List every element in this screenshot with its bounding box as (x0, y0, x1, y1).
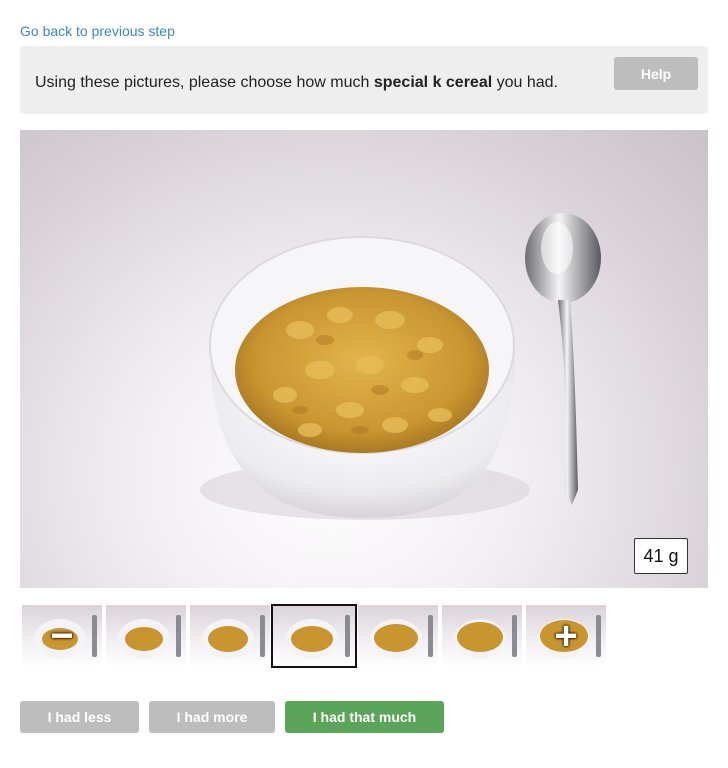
thumbnail-bowl-image (370, 615, 433, 659)
thumbnail-bowl-image (286, 615, 350, 659)
food-name: special k cereal (373, 74, 493, 91)
had-more-button[interactable]: I had more (149, 701, 275, 733)
minus-icon: − (50, 613, 74, 658)
thumbnail-bowl-image (118, 615, 181, 659)
had-less-button[interactable]: I had less (20, 701, 139, 733)
go-back-link[interactable]: Go back to previous step (20, 23, 175, 39)
plus-icon: + (554, 613, 578, 658)
thumbnail-portion-1[interactable] (106, 605, 186, 667)
cereal-bowl-image (200, 213, 601, 520)
thumbnail-portion-5[interactable] (442, 605, 522, 667)
portion-weight-label: 41 g (634, 538, 688, 574)
prompt-text-after: you had. (492, 74, 558, 91)
thumbnail-decrease[interactable]: − (22, 605, 102, 667)
prompt-panel: Using these pictures, please choose how … (20, 46, 708, 114)
thumbnail-portion-3-selected[interactable] (271, 604, 357, 668)
prompt-text-before: Using these pictures, please choose how … (35, 74, 374, 91)
portion-photo: 41 g (20, 130, 708, 588)
thumbnail-portion-2[interactable] (190, 605, 270, 667)
thumbnail-bowl-image (454, 615, 517, 659)
help-button[interactable]: Help (614, 57, 698, 90)
prompt-text: Using these pictures, please choose how … (35, 74, 558, 92)
thumbnail-bowl-image (202, 615, 265, 659)
thumbnail-portion-4[interactable] (358, 605, 438, 667)
had-that-much-button[interactable]: I had that much (285, 701, 444, 733)
thumbnail-increase[interactable]: + (526, 605, 606, 667)
